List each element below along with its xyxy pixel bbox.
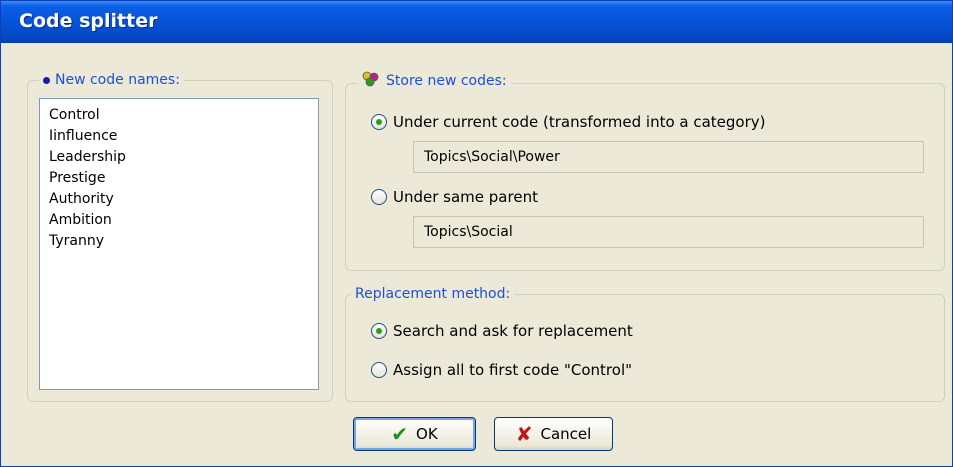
new-code-names-label: New code names: [55, 72, 180, 88]
window-title: Code splitter [19, 10, 158, 32]
replacement-method-group [345, 294, 945, 402]
ok-button[interactable]: ✔ OK [353, 417, 476, 451]
radio-assign-all-first[interactable]: Assign all to first code "Control" [371, 361, 632, 379]
cancel-x-icon: ✘ [515, 422, 533, 446]
list-item[interactable]: Leadership [40, 147, 318, 168]
list-item[interactable]: Ambition [40, 210, 318, 231]
radio-label: Search and ask for replacement [393, 322, 633, 340]
replacement-method-legend: Replacement method: [351, 286, 515, 302]
check-icon: ✔ [391, 422, 409, 446]
store-new-codes-label: Store new codes: [386, 73, 507, 89]
bullet-icon [43, 76, 50, 84]
radio-under-current-code[interactable]: Under current code (transformed into a c… [371, 113, 766, 131]
list-item[interactable]: Control [40, 105, 318, 126]
cancel-button[interactable]: ✘ Cancel [494, 417, 613, 451]
store-codes-icon [361, 71, 381, 91]
store-new-codes-legend: Store new codes: [357, 71, 511, 91]
list-item[interactable]: Prestige [40, 168, 318, 189]
radio-label: Assign all to first code "Control" [393, 361, 633, 379]
code-splitter-dialog: Code splitter New code names: Control Ii… [0, 0, 953, 467]
radio-button[interactable] [371, 362, 387, 378]
list-item[interactable]: Authority [40, 189, 318, 210]
radio-search-and-ask[interactable]: Search and ask for replacement [371, 322, 633, 340]
radio-label: Under current code (transformed into a c… [393, 113, 766, 131]
parent-code-path-field: Topics\Social [413, 216, 924, 248]
new-code-names-textarea[interactable]: Control Iinfluence Leadership Prestige A… [39, 98, 319, 390]
radio-button[interactable] [371, 189, 387, 205]
current-code-path-field: Topics\Social\Power [413, 141, 924, 173]
ok-button-label: OK [416, 425, 438, 443]
list-item[interactable]: Tyranny [40, 231, 318, 252]
cancel-button-label: Cancel [540, 425, 592, 443]
title-bar[interactable]: Code splitter [1, 1, 952, 43]
list-item[interactable]: Iinfluence [40, 126, 318, 147]
radio-button[interactable] [371, 323, 387, 339]
new-code-names-legend: New code names: [39, 72, 184, 88]
radio-label: Under same parent [393, 188, 538, 206]
radio-under-same-parent[interactable]: Under same parent [371, 188, 538, 206]
radio-button[interactable] [371, 114, 387, 130]
